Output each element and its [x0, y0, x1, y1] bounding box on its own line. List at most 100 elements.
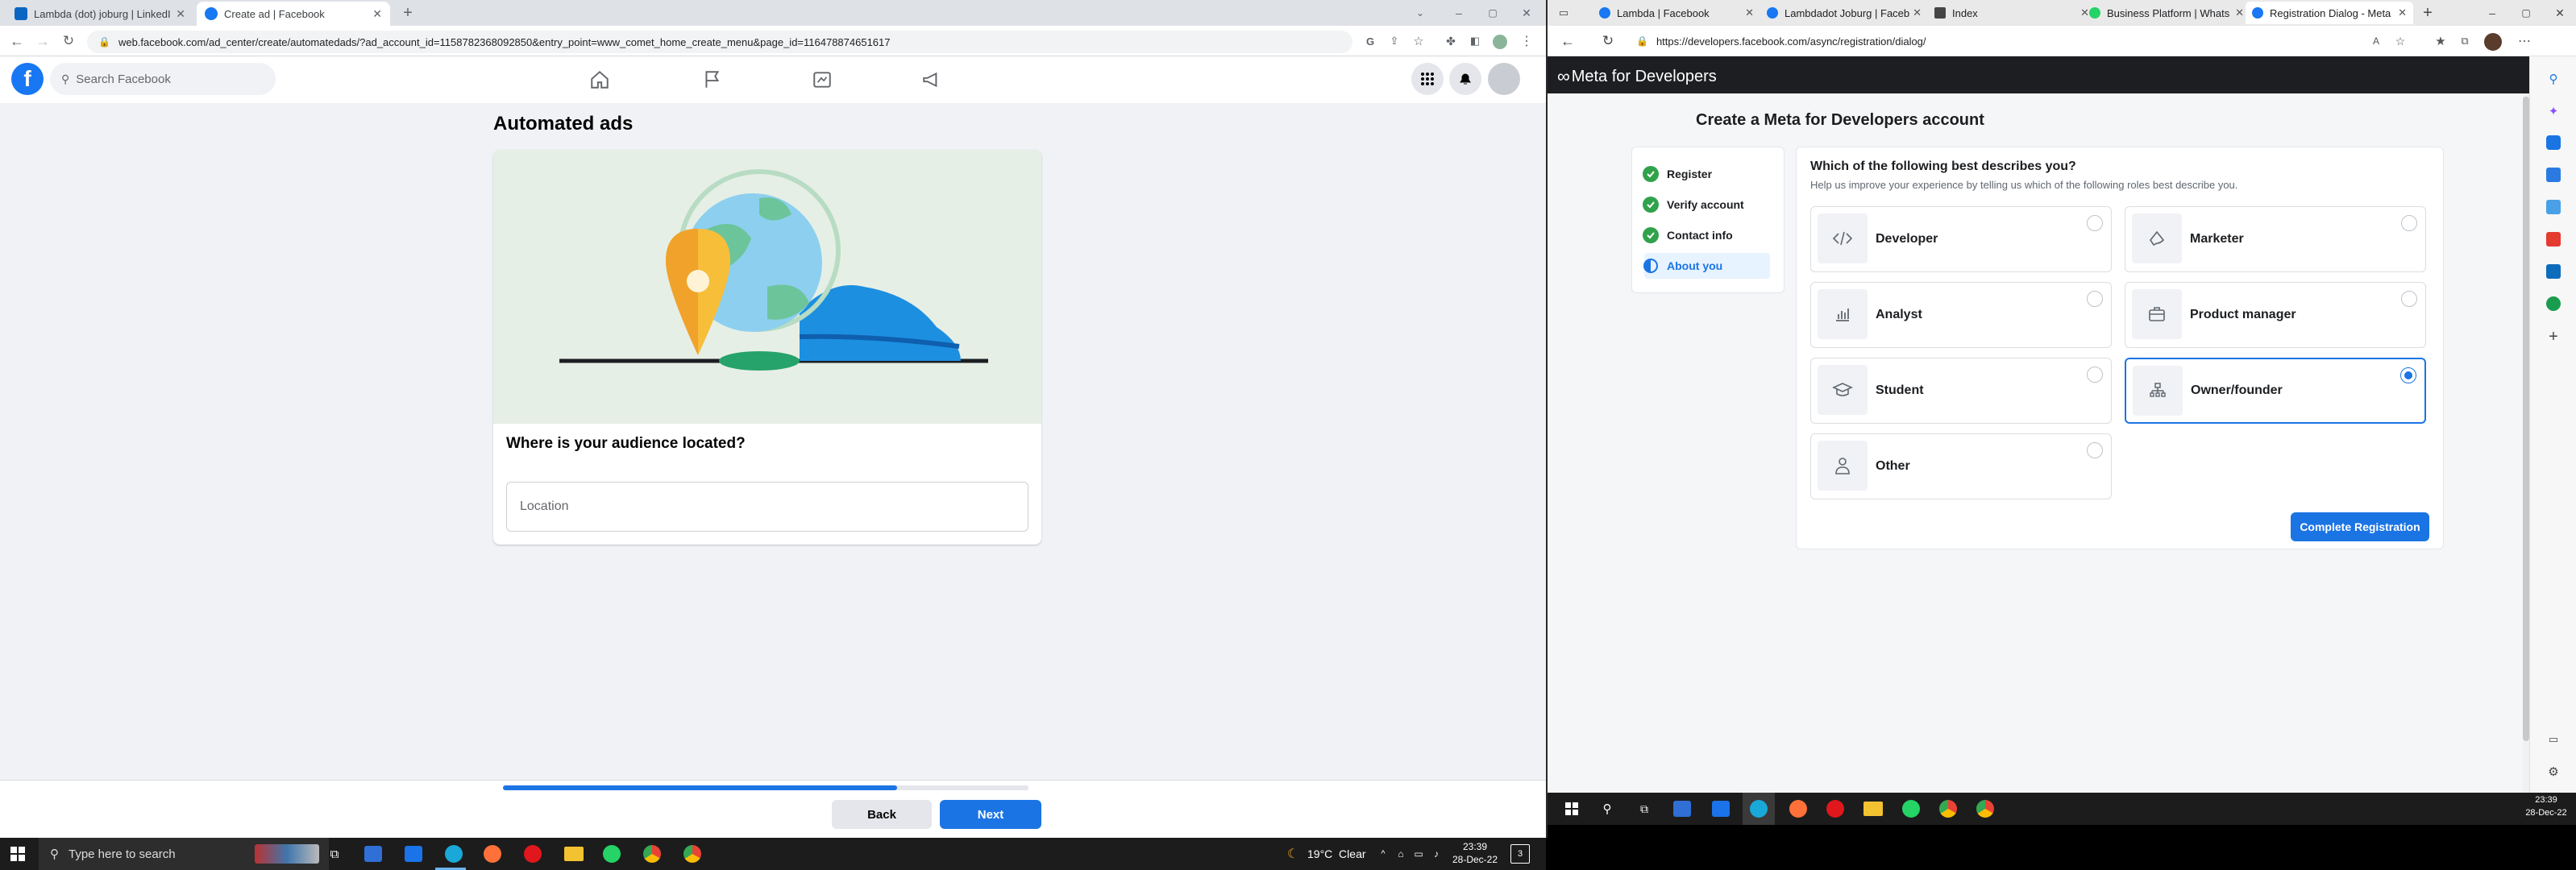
scrollbar-thumb[interactable]	[2523, 97, 2529, 741]
pages-flag-icon[interactable]	[692, 66, 733, 93]
weather-text[interactable]: 19°C Clear	[1307, 847, 1366, 860]
tab-index[interactable]: Index ✕	[1928, 2, 2096, 24]
scrollbar[interactable]	[2523, 93, 2529, 793]
role-option-student[interactable]: Student	[1810, 358, 2112, 424]
close-icon[interactable]: ✕	[176, 7, 185, 21]
facebook-search[interactable]: ⚲ Search Facebook	[50, 63, 276, 95]
gear-icon[interactable]: ⚙	[2544, 762, 2563, 781]
new-tab-icon[interactable]: +	[398, 3, 418, 23]
network-icon[interactable]: ⌂	[1393, 843, 1409, 865]
meta-logo[interactable]: ∞ Meta for Developers	[1557, 66, 1717, 87]
windows-start-icon[interactable]	[3, 843, 32, 865]
google-icon[interactable]: G	[1361, 31, 1380, 52]
calendar-app-icon[interactable]	[364, 846, 382, 862]
minimize-icon[interactable]: –	[2481, 2, 2503, 24]
notifications-icon[interactable]: 3	[1510, 844, 1530, 864]
back-button[interactable]: Back	[832, 800, 932, 829]
favorites-icon[interactable]: ★	[2431, 31, 2450, 52]
reload-icon[interactable]: ↻	[1598, 31, 1618, 52]
whatsapp-icon[interactable]	[603, 845, 621, 863]
tab-linkedin[interactable]: Lambda (dot) joburg | LinkedIn ✕	[6, 2, 193, 26]
volume-icon[interactable]: ♪	[1428, 843, 1444, 865]
ads-megaphone-icon[interactable]	[911, 66, 953, 93]
profile-avatar[interactable]	[1493, 35, 1507, 49]
collections-icon[interactable]: ⧉	[2455, 31, 2474, 52]
clock-time[interactable]: 23:39	[2520, 795, 2573, 805]
role-radio-selected[interactable]	[2400, 367, 2416, 383]
tab-lambda-facebook[interactable]: Lambda | Facebook ✕	[1593, 2, 1760, 24]
clock-date[interactable]: 28-Dec-22	[2520, 808, 2573, 818]
browser-menu-icon[interactable]: ⋮	[1517, 31, 1536, 52]
minimize-icon[interactable]: –	[1448, 2, 1470, 24]
address-bar[interactable]: 🔒 https://developers.facebook.com/async/…	[1630, 30, 2323, 52]
role-option-other[interactable]: Other	[1810, 433, 2112, 499]
back-icon[interactable]: ←	[1557, 31, 1578, 52]
shopping-icon[interactable]	[2546, 135, 2561, 150]
close-icon[interactable]: ✕	[2398, 6, 2407, 19]
role-option-developer[interactable]: Developer	[1810, 206, 2112, 272]
firefox-icon[interactable]	[1789, 800, 1807, 818]
share-icon[interactable]: ⇪	[1385, 31, 1404, 52]
menu-grid-icon[interactable]	[1411, 63, 1444, 95]
close-icon[interactable]: ✕	[2235, 6, 2244, 19]
bookmark-star-icon[interactable]: ☆	[1409, 31, 1428, 52]
location-input[interactable]: Location	[506, 482, 1028, 532]
facebook-logo[interactable]: f	[11, 63, 44, 95]
task-view-icon[interactable]: ⧉	[1635, 799, 1654, 818]
tools-icon[interactable]	[2546, 168, 2561, 182]
tab-create-ad[interactable]: Create ad | Facebook ✕	[197, 2, 390, 26]
role-radio[interactable]	[2087, 215, 2103, 231]
next-button[interactable]: Next	[940, 800, 1041, 829]
tab-business-platform[interactable]: Business Platform | Whats ✕	[2083, 2, 2250, 24]
role-radio[interactable]	[2401, 291, 2417, 307]
search-icon[interactable]: ⚲	[2544, 69, 2563, 89]
sidebar-toggle-icon[interactable]: ▭	[2544, 730, 2563, 749]
side-panel-icon[interactable]: ◧	[1465, 31, 1485, 52]
lock-icon[interactable]: 🔒	[1636, 35, 1648, 47]
mail-app-icon[interactable]	[405, 846, 422, 862]
outlook-icon[interactable]	[2546, 264, 2561, 279]
close-icon[interactable]: ✕	[372, 7, 382, 21]
extensions-icon[interactable]: ✤	[1441, 31, 1460, 52]
clock-date[interactable]: 28-Dec-22	[1451, 854, 1499, 865]
role-option-owner-founder[interactable]: Owner/founder	[2125, 358, 2426, 424]
close-icon[interactable]: ✕	[1745, 6, 1754, 19]
marketplace-icon[interactable]	[801, 66, 843, 93]
whatsapp-icon[interactable]	[1902, 800, 1920, 818]
window-close-icon[interactable]: ✕	[2549, 2, 2571, 24]
tab-lambdadot-joburg[interactable]: Lambdadot Joburg | Faceb ✕	[1760, 2, 1928, 24]
address-bar[interactable]: 🔒 web.facebook.com/ad_center/create/auto…	[87, 31, 1352, 53]
battery-icon[interactable]: ▭	[1411, 843, 1427, 865]
edge-icon[interactable]	[445, 845, 463, 863]
file-explorer-icon[interactable]	[564, 847, 584, 861]
notifications-bell-icon[interactable]	[1449, 63, 1481, 95]
new-tab-icon[interactable]: +	[2416, 2, 2439, 24]
maximize-icon[interactable]: ▢	[1481, 2, 1504, 24]
tab-registration-dialog[interactable]: Registration Dialog - Meta ✕	[2246, 2, 2413, 24]
chrome-icon[interactable]	[1939, 800, 1957, 818]
forward-icon[interactable]: →	[32, 31, 53, 52]
windows-start-icon[interactable]	[1562, 799, 1581, 818]
tab-search-icon[interactable]: ⌄	[1409, 2, 1431, 24]
favorites-add-icon[interactable]: ☆	[2391, 31, 2410, 52]
chrome-profile-icon[interactable]	[683, 845, 701, 863]
role-radio[interactable]	[2087, 367, 2103, 383]
sparkle-icon[interactable]: ✦	[2544, 102, 2563, 121]
close-icon[interactable]: ✕	[1913, 6, 1922, 19]
mail-app-icon[interactable]	[1712, 801, 1730, 817]
back-icon[interactable]: ←	[6, 31, 27, 52]
task-view-icon[interactable]: ⧉	[321, 843, 348, 865]
edge-active-tile[interactable]	[1743, 793, 1775, 825]
settings-more-icon[interactable]: ⋯	[2515, 31, 2534, 52]
role-radio[interactable]	[2087, 291, 2103, 307]
role-radio[interactable]	[2401, 215, 2417, 231]
profile-avatar[interactable]	[2484, 33, 2502, 51]
reload-icon[interactable]: ↻	[58, 31, 79, 52]
role-option-marketer[interactable]: Marketer	[2125, 206, 2426, 272]
chrome-profile-icon[interactable]	[1976, 800, 1994, 818]
role-option-analyst[interactable]: Analyst	[1810, 282, 2112, 348]
role-option-product-manager[interactable]: Product manager	[2125, 282, 2426, 348]
search-icon[interactable]: ⚲	[1598, 799, 1617, 818]
opera-icon[interactable]	[524, 845, 542, 863]
chrome-icon[interactable]	[643, 845, 661, 863]
